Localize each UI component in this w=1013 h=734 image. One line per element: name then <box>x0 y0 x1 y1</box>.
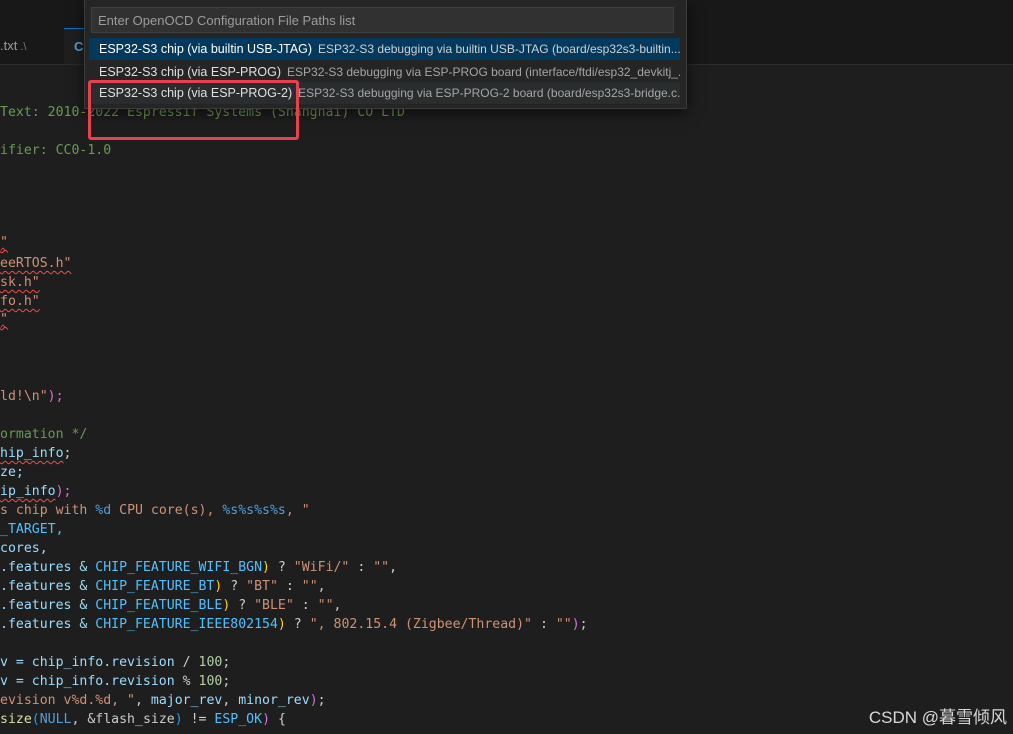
code-line: ifier: CC0-1.0 <box>0 143 112 158</box>
code-editor[interactable]: Text: 2010-2022 Espressif Systems (Shang… <box>0 65 1013 734</box>
code-line: sk.h" <box>0 275 40 290</box>
code-line: s chip with %d CPU core(s), %s%s%s%s, " <box>0 503 310 518</box>
openocd-config-input[interactable] <box>91 7 674 33</box>
error-caret: ^ <box>0 324 7 335</box>
code-line: hip_info; <box>0 446 72 461</box>
code-line: v = chip_info.revision / 100; <box>0 655 231 670</box>
code-line: .features & CHIP_FEATURE_WIFI_BGN) ? "Wi… <box>0 560 398 575</box>
code-line: .features & CHIP_FEATURE_IEEE802154) ? "… <box>0 617 588 632</box>
tab-dir: .\ <box>20 41 27 53</box>
item-label: ESP32-S3 chip (via builtin USB-JTAG) <box>99 42 313 56</box>
code-line: .features & CHIP_FEATURE_BT) ? "BT" : ""… <box>0 579 326 594</box>
code-line: cores, <box>0 541 48 556</box>
code-line: evision v%d.%d, ", major_rev, minor_rev)… <box>0 693 326 708</box>
code-line: ld!\n"); <box>0 389 64 404</box>
code-line: ze; <box>0 465 24 480</box>
code-line: ormation */ <box>0 427 88 442</box>
code-line: fo.h" <box>0 294 40 309</box>
code-line: _TARGET, <box>0 522 64 537</box>
item-label: ESP32-S3 chip (via ESP-PROG) <box>99 65 282 79</box>
tab-txt-file[interactable]: .txt .\ <box>0 28 65 64</box>
tab-label: .txt <box>0 38 18 53</box>
highlight-annotation-box <box>88 80 299 140</box>
code-line: size(NULL, &flash_size) != ESP_OK) { <box>0 712 286 727</box>
code-line: .features & CHIP_FEATURE_BLE) ? "BLE" : … <box>0 598 342 613</box>
code-line: ip_info); <box>0 484 72 499</box>
item-description: ESP32-S3 debugging via ESP-PROG board (i… <box>287 65 680 79</box>
watermark: CSDN @暮雪倾风 <box>868 708 1007 727</box>
code-line: eeRTOS.h" <box>0 256 72 271</box>
item-description: ESP32-S3 debugging via ESP-PROG-2 board … <box>298 86 680 100</box>
tab-label: C <box>74 39 84 54</box>
quick-pick-item-usb-jtag[interactable]: ESP32-S3 chip (via builtin USB-JTAG) ESP3… <box>89 38 680 60</box>
code-line: v = chip_info.revision % 100; <box>0 674 231 689</box>
item-description: ESP32-S3 debugging via builtin USB-JTAG … <box>318 42 680 56</box>
